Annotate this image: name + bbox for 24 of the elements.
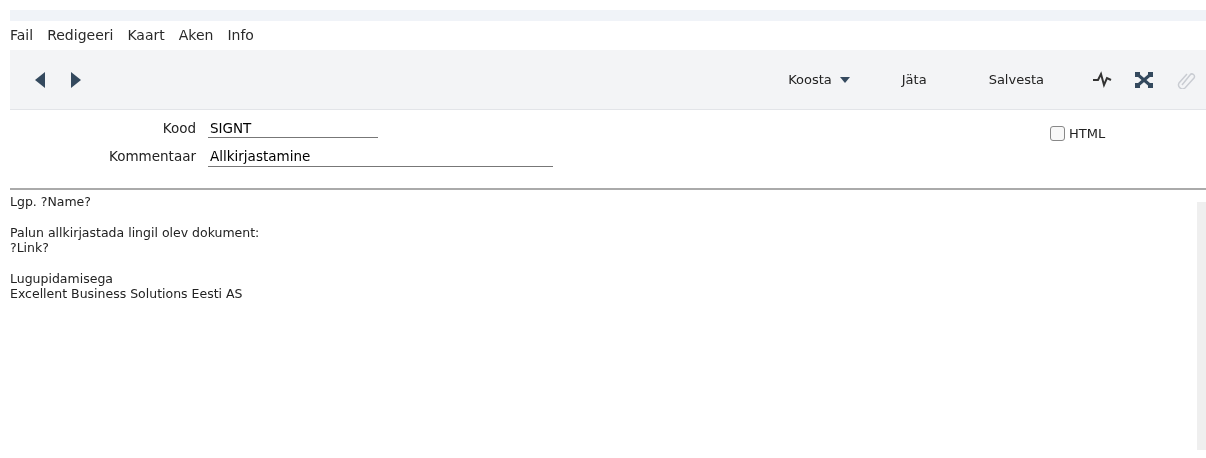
menu-item[interactable]: Redigeeri	[47, 25, 114, 46]
menu-item[interactable]: Aken	[178, 25, 214, 46]
toolbar-button[interactable]: Salvesta	[988, 69, 1044, 90]
text-line: Lugupidamisega	[10, 271, 113, 286]
input-field[interactable]: SIGNT	[208, 118, 378, 139]
field-label: Kommentaar	[108, 147, 197, 167]
checkbox-label: HTML	[1069, 125, 1106, 143]
menu-item[interactable]: Info	[227, 25, 254, 46]
text-line: Palun allkirjastada lingil olev dokument:	[10, 225, 260, 240]
back-icon[interactable]	[34, 71, 46, 88]
forward-icon[interactable]	[70, 71, 82, 88]
text-line: Excellent Business Solutions Eesti AS	[10, 286, 243, 301]
caret-icon	[839, 76, 850, 83]
text-line: Lgp. ?Name?	[10, 194, 91, 209]
input-field[interactable]: Allkirjastamine	[208, 146, 553, 167]
menu-item[interactable]: Kaart	[127, 25, 165, 46]
activity-icon[interactable]	[1092, 70, 1112, 89]
expand-icon[interactable]	[1134, 70, 1154, 89]
field-label: Kood	[161, 119, 197, 138]
menu-item[interactable]: Fail	[10, 25, 34, 46]
toolbar-button[interactable]: Jäta	[901, 69, 927, 90]
dropdown-button[interactable]: Koosta	[788, 69, 850, 90]
checkbox[interactable]	[1050, 126, 1065, 142]
text-line: ?Link?	[10, 240, 49, 255]
